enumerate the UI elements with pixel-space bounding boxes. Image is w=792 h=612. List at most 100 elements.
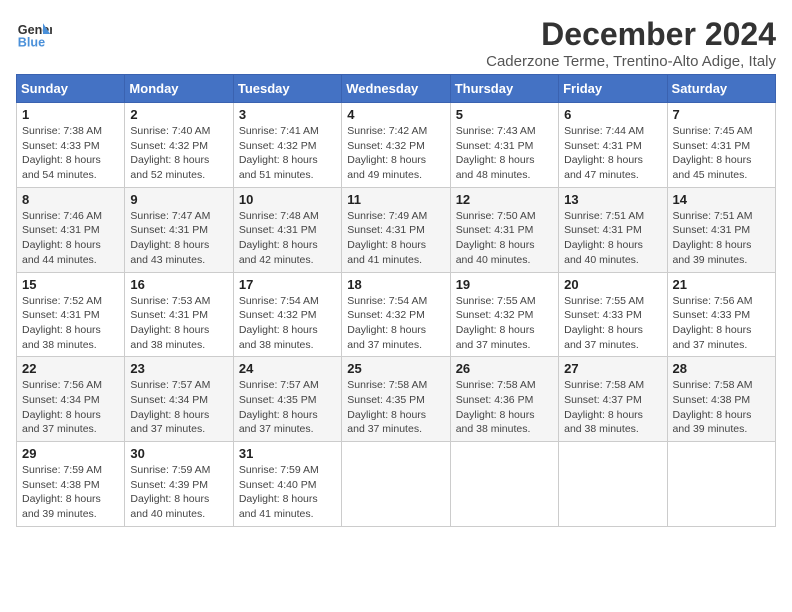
day-info: Sunrise: 7:53 AM Sunset: 4:31 PM Dayligh… — [130, 294, 227, 353]
day-info: Sunrise: 7:59 AM Sunset: 4:40 PM Dayligh… — [239, 463, 336, 522]
empty-cell — [450, 442, 558, 527]
calendar-day-19: 19 Sunrise: 7:55 AM Sunset: 4:32 PM Dayli… — [450, 272, 558, 357]
day-info: Sunrise: 7:58 AM Sunset: 4:38 PM Dayligh… — [673, 378, 770, 437]
day-info: Sunrise: 7:54 AM Sunset: 4:32 PM Dayligh… — [239, 294, 336, 353]
calendar-day-29: 29Sunrise: 7:59 AM Sunset: 4:38 PM Dayli… — [17, 442, 125, 527]
day-number: 31 — [239, 446, 336, 461]
day-info: Sunrise: 7:46 AM Sunset: 4:31 PM Dayligh… — [22, 209, 119, 268]
calendar-day-3: 3 Sunrise: 7:41 AM Sunset: 4:32 PM Daylig… — [233, 103, 341, 188]
calendar-week-3: 15Sunrise: 7:52 AM Sunset: 4:31 PM Dayli… — [17, 272, 776, 357]
day-number: 14 — [673, 192, 770, 207]
page-header: General Blue December 2024 Caderzone Ter… — [16, 16, 776, 70]
day-info: Sunrise: 7:57 AM Sunset: 4:34 PM Dayligh… — [130, 378, 227, 437]
day-number: 4 — [347, 107, 444, 122]
calendar-day-13: 13 Sunrise: 7:51 AM Sunset: 4:31 PM Dayli… — [559, 187, 667, 272]
day-info: Sunrise: 7:59 AM Sunset: 4:38 PM Dayligh… — [22, 463, 119, 522]
calendar-day-14: 14 Sunrise: 7:51 AM Sunset: 4:31 PM Dayli… — [667, 187, 775, 272]
calendar-day-15: 15Sunrise: 7:52 AM Sunset: 4:31 PM Dayli… — [17, 272, 125, 357]
day-number: 28 — [673, 361, 770, 376]
day-number: 23 — [130, 361, 227, 376]
calendar-day-5: 5 Sunrise: 7:43 AM Sunset: 4:31 PM Daylig… — [450, 103, 558, 188]
calendar-day-16: 16Sunrise: 7:53 AM Sunset: 4:31 PM Dayli… — [125, 272, 233, 357]
day-number: 8 — [22, 192, 119, 207]
weekday-header-sunday: Sunday — [17, 75, 125, 103]
weekday-header-row: SundayMondayTuesdayWednesdayThursdayFrid… — [17, 75, 776, 103]
day-info: Sunrise: 7:50 AM Sunset: 4:31 PM Dayligh… — [456, 209, 553, 268]
day-info: Sunrise: 7:40 AM Sunset: 4:32 PM Dayligh… — [130, 124, 227, 183]
day-number: 20 — [564, 277, 661, 292]
weekday-header-thursday: Thursday — [450, 75, 558, 103]
day-info: Sunrise: 7:45 AM Sunset: 4:31 PM Dayligh… — [673, 124, 770, 183]
calendar-day-28: 28 Sunrise: 7:58 AM Sunset: 4:38 PM Dayli… — [667, 357, 775, 442]
empty-cell — [559, 442, 667, 527]
day-number: 19 — [456, 277, 553, 292]
calendar-day-18: 18 Sunrise: 7:54 AM Sunset: 4:32 PM Dayli… — [342, 272, 450, 357]
month-title: December 2024 — [486, 16, 776, 53]
day-number: 10 — [239, 192, 336, 207]
calendar-day-12: 12 Sunrise: 7:50 AM Sunset: 4:31 PM Dayli… — [450, 187, 558, 272]
day-number: 17 — [239, 277, 336, 292]
svg-text:Blue: Blue — [18, 36, 45, 50]
day-number: 11 — [347, 192, 444, 207]
weekday-header-friday: Friday — [559, 75, 667, 103]
calendar-day-23: 23 Sunrise: 7:57 AM Sunset: 4:34 PM Dayli… — [125, 357, 233, 442]
day-number: 30 — [130, 446, 227, 461]
day-info: Sunrise: 7:56 AM Sunset: 4:34 PM Dayligh… — [22, 378, 119, 437]
day-info: Sunrise: 7:58 AM Sunset: 4:36 PM Dayligh… — [456, 378, 553, 437]
empty-cell — [342, 442, 450, 527]
calendar-day-11: 11 Sunrise: 7:49 AM Sunset: 4:31 PM Dayli… — [342, 187, 450, 272]
day-number: 2 — [130, 107, 227, 122]
day-info: Sunrise: 7:54 AM Sunset: 4:32 PM Dayligh… — [347, 294, 444, 353]
logo-icon: General Blue — [16, 16, 52, 52]
day-info: Sunrise: 7:44 AM Sunset: 4:31 PM Dayligh… — [564, 124, 661, 183]
day-info: Sunrise: 7:51 AM Sunset: 4:31 PM Dayligh… — [673, 209, 770, 268]
day-info: Sunrise: 7:58 AM Sunset: 4:37 PM Dayligh… — [564, 378, 661, 437]
day-info: Sunrise: 7:41 AM Sunset: 4:32 PM Dayligh… — [239, 124, 336, 183]
calendar-day-22: 22 Sunrise: 7:56 AM Sunset: 4:34 PM Dayli… — [17, 357, 125, 442]
day-info: Sunrise: 7:48 AM Sunset: 4:31 PM Dayligh… — [239, 209, 336, 268]
day-info: Sunrise: 7:56 AM Sunset: 4:33 PM Dayligh… — [673, 294, 770, 353]
calendar-day-4: 4Sunrise: 7:42 AM Sunset: 4:32 PM Daylig… — [342, 103, 450, 188]
calendar-day-25: 25 Sunrise: 7:58 AM Sunset: 4:35 PM Dayli… — [342, 357, 450, 442]
day-number: 3 — [239, 107, 336, 122]
calendar-day-26: 26 Sunrise: 7:58 AM Sunset: 4:36 PM Dayli… — [450, 357, 558, 442]
day-number: 5 — [456, 107, 553, 122]
day-number: 13 — [564, 192, 661, 207]
calendar-day-27: 27 Sunrise: 7:58 AM Sunset: 4:37 PM Dayli… — [559, 357, 667, 442]
day-info: Sunrise: 7:55 AM Sunset: 4:33 PM Dayligh… — [564, 294, 661, 353]
day-info: Sunrise: 7:55 AM Sunset: 4:32 PM Dayligh… — [456, 294, 553, 353]
day-number: 18 — [347, 277, 444, 292]
calendar-table: SundayMondayTuesdayWednesdayThursdayFrid… — [16, 74, 776, 527]
weekday-header-tuesday: Tuesday — [233, 75, 341, 103]
day-number: 25 — [347, 361, 444, 376]
day-info: Sunrise: 7:51 AM Sunset: 4:31 PM Dayligh… — [564, 209, 661, 268]
calendar-week-5: 29Sunrise: 7:59 AM Sunset: 4:38 PM Dayli… — [17, 442, 776, 527]
calendar-day-1: 1Sunrise: 7:38 AM Sunset: 4:33 PM Daylig… — [17, 103, 125, 188]
weekday-header-wednesday: Wednesday — [342, 75, 450, 103]
day-info: Sunrise: 7:59 AM Sunset: 4:39 PM Dayligh… — [130, 463, 227, 522]
day-number: 26 — [456, 361, 553, 376]
day-info: Sunrise: 7:49 AM Sunset: 4:31 PM Dayligh… — [347, 209, 444, 268]
calendar-day-8: 8 Sunrise: 7:46 AM Sunset: 4:31 PM Daylig… — [17, 187, 125, 272]
day-number: 12 — [456, 192, 553, 207]
calendar-day-31: 31 Sunrise: 7:59 AM Sunset: 4:40 PM Dayli… — [233, 442, 341, 527]
calendar-day-21: 21 Sunrise: 7:56 AM Sunset: 4:33 PM Dayli… — [667, 272, 775, 357]
day-number: 27 — [564, 361, 661, 376]
calendar-day-17: 17 Sunrise: 7:54 AM Sunset: 4:32 PM Dayli… — [233, 272, 341, 357]
day-info: Sunrise: 7:47 AM Sunset: 4:31 PM Dayligh… — [130, 209, 227, 268]
calendar-day-6: 6 Sunrise: 7:44 AM Sunset: 4:31 PM Daylig… — [559, 103, 667, 188]
day-number: 9 — [130, 192, 227, 207]
calendar-day-7: 7Sunrise: 7:45 AM Sunset: 4:31 PM Daylig… — [667, 103, 775, 188]
day-number: 21 — [673, 277, 770, 292]
calendar-day-20: 20 Sunrise: 7:55 AM Sunset: 4:33 PM Dayli… — [559, 272, 667, 357]
location-subtitle: Caderzone Terme, Trentino-Alto Adige, It… — [486, 53, 776, 70]
day-info: Sunrise: 7:58 AM Sunset: 4:35 PM Dayligh… — [347, 378, 444, 437]
calendar-day-10: 10 Sunrise: 7:48 AM Sunset: 4:31 PM Dayli… — [233, 187, 341, 272]
day-number: 6 — [564, 107, 661, 122]
calendar-day-2: 2 Sunrise: 7:40 AM Sunset: 4:32 PM Daylig… — [125, 103, 233, 188]
calendar-week-1: 1Sunrise: 7:38 AM Sunset: 4:33 PM Daylig… — [17, 103, 776, 188]
calendar-day-24: 24Sunrise: 7:57 AM Sunset: 4:35 PM Dayli… — [233, 357, 341, 442]
day-info: Sunrise: 7:43 AM Sunset: 4:31 PM Dayligh… — [456, 124, 553, 183]
day-info: Sunrise: 7:57 AM Sunset: 4:35 PM Dayligh… — [239, 378, 336, 437]
day-number: 22 — [22, 361, 119, 376]
